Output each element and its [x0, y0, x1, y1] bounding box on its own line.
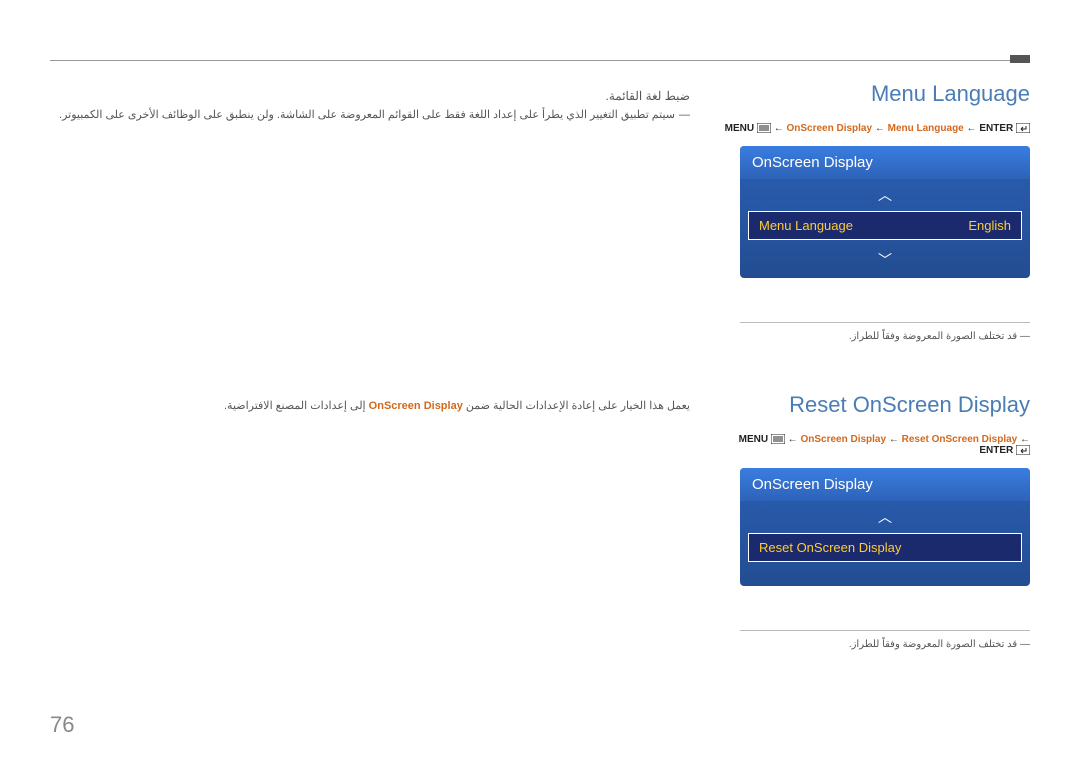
ar-body-1: ―سيتم تطبيق التغيير الذي يطرأ على إعداد …: [50, 107, 690, 125]
osd-row-label: Reset OnScreen Display: [759, 540, 901, 555]
corner-mark: [1010, 55, 1030, 63]
osd-header-2: OnScreen Display: [740, 468, 1030, 501]
osd-panel-1: OnScreen Display ︿ Menu Language English…: [740, 146, 1030, 278]
section-title-2: Reset OnScreen Display: [720, 392, 1030, 418]
note-text-1: ― قد تختلف الصورة المعروضة وفقاً للطراز.: [720, 331, 1030, 342]
osd-header-1: OnScreen Display: [740, 146, 1030, 179]
breadcrumb-arrow: ←: [1020, 434, 1030, 445]
enter-icon: [1016, 445, 1030, 455]
breadcrumb-arrow: ←: [788, 434, 798, 445]
menu-icon: [771, 434, 785, 444]
note-divider-1: [740, 322, 1030, 323]
breadcrumb-arrow: ←: [774, 123, 784, 134]
chevron-down-icon[interactable]: ﹀: [740, 246, 1030, 278]
section-title-1: Menu Language: [720, 81, 1030, 107]
breadcrumb-enter: ENTER: [979, 123, 1013, 134]
breadcrumb-reset: Reset OnScreen Display: [902, 434, 1018, 445]
osd-row-menu-language[interactable]: Menu Language English: [748, 211, 1022, 240]
section-menu-language: Menu Language MENU ← OnScreen Display ← …: [50, 81, 1030, 342]
breadcrumb-arrow: ←: [967, 123, 977, 134]
osd-panel-2: OnScreen Display ︿ Reset OnScreen Displa…: [740, 468, 1030, 586]
page-number: 76: [50, 712, 74, 738]
note-divider-2: [740, 630, 1030, 631]
breadcrumb-arrow: ←: [875, 123, 885, 134]
breadcrumb-enter: ENTER: [979, 445, 1013, 456]
top-rule: [50, 60, 1030, 61]
breadcrumb-menu: MENU: [725, 123, 754, 134]
menu-icon: [757, 123, 771, 133]
osd-row-reset[interactable]: Reset OnScreen Display: [748, 533, 1022, 562]
osd-row-label: Menu Language: [759, 218, 853, 233]
section-reset-osd: Reset OnScreen Display MENU ← OnScreen D…: [50, 392, 1030, 650]
enter-icon: [1016, 123, 1030, 133]
osd-row-value: English: [968, 218, 1011, 233]
ar-title-1: ضبط لغة القائمة.: [50, 89, 690, 103]
breadcrumb-1: MENU ← OnScreen Display ← Menu Language …: [720, 123, 1030, 134]
breadcrumb-menu: MENU: [739, 434, 768, 445]
breadcrumb-onscreen: OnScreen Display: [800, 434, 886, 445]
chevron-up-icon[interactable]: ︿: [740, 501, 1030, 527]
chevron-up-icon[interactable]: ︿: [740, 179, 1030, 205]
breadcrumb-arrow: ←: [889, 434, 899, 445]
breadcrumb-onscreen: OnScreen Display: [786, 123, 872, 134]
breadcrumb-2: MENU ← OnScreen Display ← Reset OnScreen…: [720, 434, 1030, 456]
note-text-2: ― قد تختلف الصورة المعروضة وفقاً للطراز.: [720, 639, 1030, 650]
ar-body-2: يعمل هذا الخيار على إعادة الإعدادات الحا…: [50, 398, 690, 416]
breadcrumb-menulang: Menu Language: [888, 123, 964, 134]
